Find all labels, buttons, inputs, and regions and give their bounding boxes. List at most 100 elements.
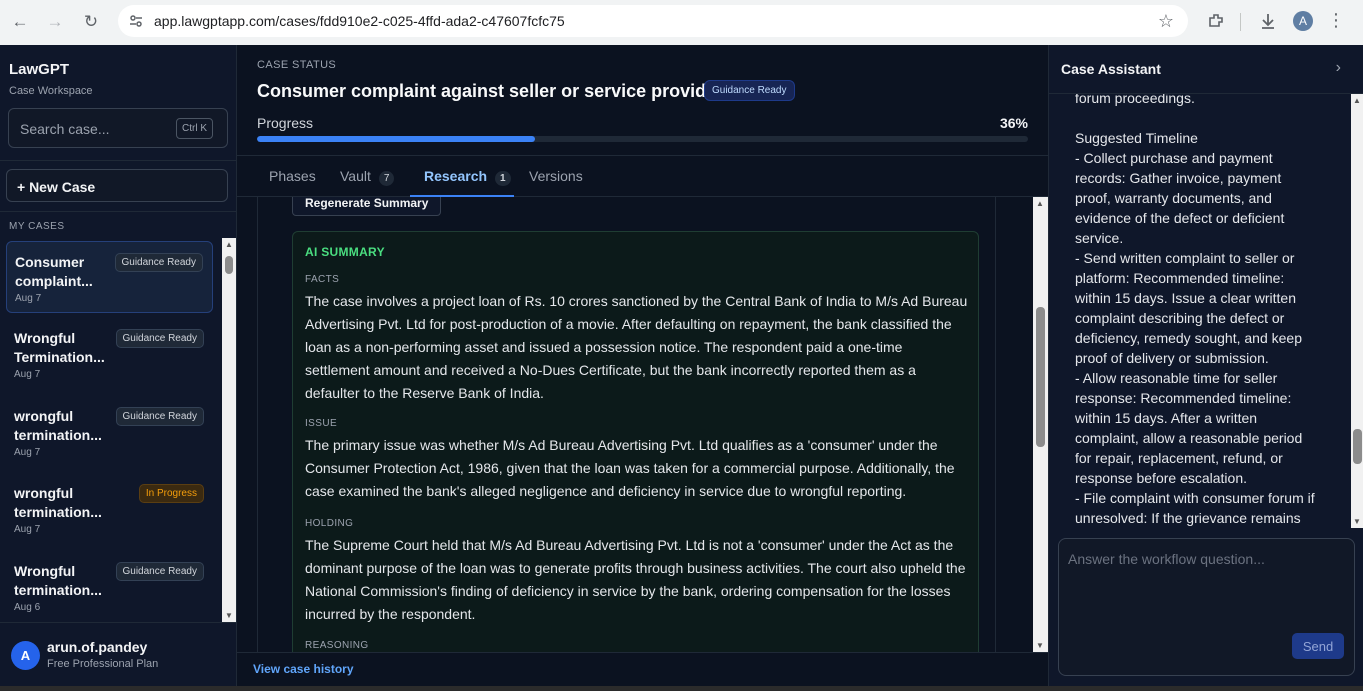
case-list: Consumer complaint... Aug 7 Guidance Rea… <box>0 240 222 622</box>
tab-label: Research <box>424 168 488 184</box>
user-name: arun.of.pandey <box>47 639 148 655</box>
tab-bar: Phases Vault 7 Research 1 Versions <box>237 155 1048 197</box>
search-input[interactable]: Search case... Ctrl K <box>8 108 228 148</box>
tab-label: Vault <box>340 168 371 184</box>
content-scrollbar[interactable]: ▲ ▼ <box>1033 197 1048 652</box>
case-title: Wrongful termination... <box>14 563 102 598</box>
status-badge: Guidance Ready <box>115 407 204 426</box>
regenerate-summary-button[interactable]: Regenerate Summary <box>292 197 442 216</box>
facts-label: FACTS <box>305 274 340 285</box>
scroll-up-icon[interactable]: ▲ <box>1353 96 1361 105</box>
reload-icon[interactable]: ↻ <box>80 11 102 33</box>
scroll-down-icon[interactable]: ▼ <box>225 611 233 620</box>
more-menu-icon[interactable]: ⋮ <box>1327 10 1345 31</box>
divider <box>0 211 237 212</box>
case-list-item[interactable]: wrongful termination... Aug 7 Guidance R… <box>6 396 213 468</box>
divider <box>0 160 237 161</box>
case-assistant-panel: Case Assistant › g... ... g... forum pro… <box>1048 45 1363 686</box>
extensions-icon[interactable] <box>1207 12 1225 30</box>
holding-label: HOLDING <box>305 518 354 529</box>
case-date: Aug 6 <box>14 602 41 613</box>
assistant-messages: g... ... g... forum proceedings. Suggest… <box>1049 94 1349 528</box>
status-badge: Guidance Ready <box>114 253 203 272</box>
send-button[interactable]: Send <box>1292 633 1344 659</box>
workflow-answer-input[interactable]: Answer the workflow question... Send <box>1058 538 1355 676</box>
browser-toolbar: ← → ↻ app.lawgptapp.com/cases/fdd910e2-c… <box>0 0 1363 45</box>
tab-vault[interactable]: Vault 7 <box>340 168 395 186</box>
status-badge: Guidance Ready <box>115 562 204 581</box>
status-badge: In Progress <box>138 484 204 503</box>
scrollbar-thumb[interactable] <box>1036 307 1045 447</box>
scrollbar-thumb[interactable] <box>225 256 233 274</box>
search-placeholder: Search case... <box>20 121 110 137</box>
case-title: Wrongful Termination... <box>14 330 105 365</box>
assistant-title: Case Assistant <box>1061 61 1161 77</box>
case-date: Aug 7 <box>14 524 41 535</box>
case-title: Consumer complaint... <box>15 254 93 289</box>
tab-label: Versions <box>529 168 583 184</box>
case-list-item[interactable]: Consumer complaint... Aug 7 Guidance Rea… <box>6 241 213 313</box>
case-status-label: CASE STATUS <box>257 59 337 71</box>
chevron-right-icon[interactable]: › <box>1336 59 1341 77</box>
user-profile[interactable]: A arun.of.pandey Free Professional Plan <box>0 630 237 686</box>
reasoning-label: REASONING <box>305 640 369 651</box>
toolbar-divider <box>1240 13 1241 31</box>
case-title: wrongful termination... <box>14 485 102 520</box>
divider <box>0 622 237 623</box>
issue-text: The primary issue was whether M/s Ad Bur… <box>305 437 955 499</box>
case-title: wrongful termination... <box>14 408 102 443</box>
case-list-item[interactable]: Wrongful Termination... Aug 7 Guidance R… <box>6 318 213 390</box>
case-list-scrollbar[interactable]: ▲ ▼ <box>222 238 236 622</box>
forward-icon[interactable]: → <box>44 11 66 33</box>
user-plan: Free Professional Plan <box>47 658 159 670</box>
view-case-history-link[interactable]: View case history <box>253 662 354 676</box>
scroll-down-icon[interactable]: ▼ <box>1353 517 1361 526</box>
facts-text: The case involves a project loan of Rs. … <box>305 293 968 401</box>
status-badge: Guidance Ready <box>704 80 795 101</box>
bookmark-star-icon[interactable]: ☆ <box>1158 11 1174 32</box>
assistant-scrollbar[interactable]: ▲ ▼ <box>1351 94 1363 528</box>
case-list-item[interactable]: wrongful termination... Aug 7 In Progres… <box>6 473 213 545</box>
avatar: A <box>11 641 40 670</box>
main-panel: CASE STATUS Consumer complaint against s… <box>237 45 1048 686</box>
site-settings-icon[interactable] <box>128 13 144 29</box>
taskbar-strip <box>0 686 1363 691</box>
url-text: app.lawgptapp.com/cases/fdd910e2-c025-4f… <box>154 13 565 29</box>
case-date: Aug 7 <box>14 369 41 380</box>
case-date: Aug 7 <box>15 293 42 304</box>
ai-summary-card: AI SUMMARY FACTS The case involves a pro… <box>292 231 979 652</box>
scroll-up-icon[interactable]: ▲ <box>1036 199 1044 208</box>
tab-versions[interactable]: Versions <box>529 168 583 184</box>
page-title: Consumer complaint against seller or ser… <box>257 81 724 101</box>
address-bar[interactable]: app.lawgptapp.com/cases/fdd910e2-c025-4f… <box>118 5 1188 37</box>
case-date: Aug 7 <box>14 447 41 458</box>
tab-phases[interactable]: Phases <box>269 168 316 184</box>
scroll-up-icon[interactable]: ▲ <box>225 240 233 249</box>
scroll-down-icon[interactable]: ▼ <box>1036 641 1044 650</box>
profile-avatar[interactable]: A <box>1293 11 1313 31</box>
my-cases-label: MY CASES <box>9 221 65 232</box>
progress-label: Progress <box>257 115 314 131</box>
progress-fill <box>257 136 535 142</box>
progress-bar <box>257 136 1028 142</box>
assistant-message: g... ... g... forum proceedings. Suggest… <box>1075 94 1315 526</box>
new-case-button[interactable]: + New Case <box>6 169 228 202</box>
tab-count: 1 <box>495 171 511 186</box>
ai-summary-title: AI SUMMARY <box>305 245 385 259</box>
brand-subtitle: Case Workspace <box>9 85 93 97</box>
search-shortcut: Ctrl K <box>176 118 213 139</box>
tab-research[interactable]: Research 1 <box>424 168 511 186</box>
divider <box>237 652 1048 653</box>
scrollbar-thumb[interactable] <box>1353 429 1362 464</box>
sidebar: LawGPT Case Workspace Search case... Ctr… <box>0 45 237 686</box>
issue-label: ISSUE <box>305 418 338 429</box>
holding-text: The Supreme Court held that M/s Ad Burea… <box>305 537 966 622</box>
progress-percent: 36% <box>999 115 1028 131</box>
download-icon[interactable] <box>1259 12 1277 30</box>
back-icon[interactable]: ← <box>9 11 31 33</box>
status-badge: Guidance Ready <box>115 329 204 348</box>
research-content: Regenerate Summary AI SUMMARY FACTS The … <box>257 197 996 652</box>
case-list-item[interactable]: Wrongful termination... Aug 6 Guidance R… <box>6 551 213 622</box>
tab-label: Phases <box>269 168 316 184</box>
input-placeholder: Answer the workflow question... <box>1068 551 1265 567</box>
